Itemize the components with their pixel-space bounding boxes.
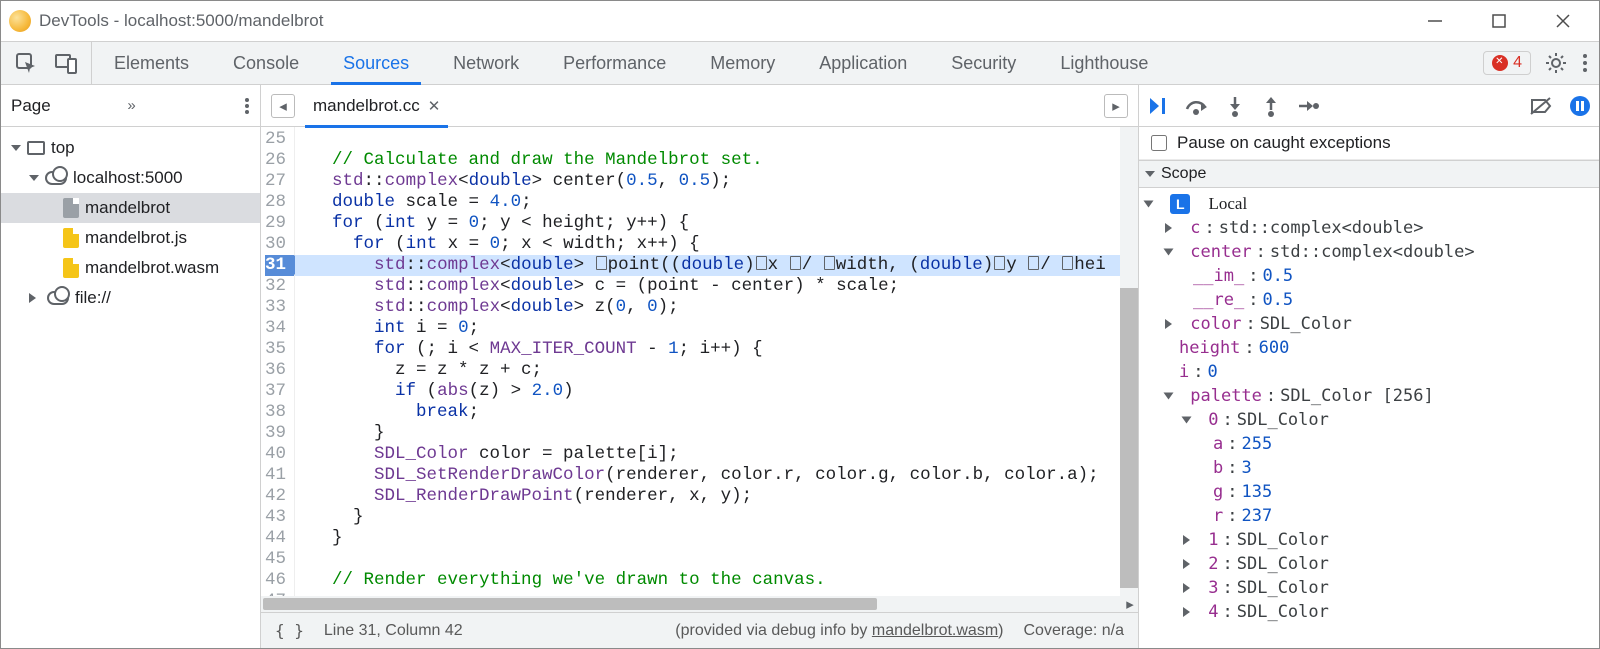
var-palette-0-b[interactable]: b: 3 (1139, 456, 1599, 480)
debugger-panel: Pause on caught exceptions Scope L Local… (1139, 85, 1599, 648)
more-icon[interactable] (1581, 52, 1589, 74)
pause-checkbox[interactable] (1151, 135, 1167, 151)
tab-lighthouse[interactable]: Lighthouse (1038, 42, 1170, 84)
deactivate-breakpoints-button[interactable] (1529, 95, 1553, 117)
var-center[interactable]: center: std::complex<double> (1139, 240, 1599, 264)
var-palette[interactable]: palette: SDL_Color [256] (1139, 384, 1599, 408)
resume-button[interactable] (1147, 95, 1169, 117)
close-button[interactable] (1545, 3, 1581, 39)
overflow-icon[interactable]: » (127, 97, 135, 114)
debug-info-link[interactable]: mandelbrot.wasm (872, 622, 998, 639)
tab-console[interactable]: Console (211, 42, 321, 84)
maximize-button[interactable] (1481, 3, 1517, 39)
cursor-position: Line 31, Column 42 (324, 622, 463, 640)
tab-elements[interactable]: Elements (92, 42, 211, 84)
cloud-icon (47, 291, 69, 305)
file-icon (63, 198, 79, 218)
editor-statusbar: { } Line 31, Column 42 (provided via deb… (261, 612, 1138, 648)
page-navigator: Page » top localhost:5000 mandelbrot man… (1, 85, 261, 648)
vertical-scrollbar[interactable] (1120, 127, 1138, 596)
horizontal-scrollbar[interactable]: ◂▸ (261, 596, 1138, 612)
code-content[interactable]: // Calculate and draw the Mandelbrot set… (295, 127, 1120, 596)
var-palette-0-r[interactable]: r: 237 (1139, 504, 1599, 528)
tree-file-mandelbrot-js[interactable]: mandelbrot.js (1, 223, 260, 253)
settings-icon[interactable] (1545, 52, 1567, 74)
var-palette-4[interactable]: 4: SDL_Color (1139, 600, 1599, 624)
var-i[interactable]: i: 0 (1139, 360, 1599, 384)
close-tab-icon[interactable]: ✕ (428, 97, 441, 115)
devtools-tabbar: ElementsConsoleSourcesNetworkPerformance… (1, 41, 1599, 85)
editor-tab[interactable]: mandelbrot.cc✕ (305, 85, 448, 127)
line-gutter[interactable]: 2526272829303132333435363738394041424344… (261, 127, 295, 596)
var-palette-0-a[interactable]: a: 255 (1139, 432, 1599, 456)
var-palette-3[interactable]: 3: SDL_Color (1139, 576, 1599, 600)
tree-host[interactable]: localhost:5000 (1, 163, 260, 193)
minimize-button[interactable] (1417, 3, 1453, 39)
step-button[interactable] (1297, 95, 1319, 117)
frame-icon (27, 141, 45, 155)
var-height[interactable]: height: 600 (1139, 336, 1599, 360)
nav-fwd-icon[interactable]: ▸ (1104, 94, 1128, 118)
scope-variables: L Local c: std::complex<double> center: … (1139, 188, 1599, 648)
var-palette-0-g[interactable]: g: 135 (1139, 480, 1599, 504)
error-icon (1492, 55, 1508, 71)
tree-file-mandelbrot[interactable]: mandelbrot (1, 193, 260, 223)
error-badge[interactable]: 4 (1483, 51, 1531, 75)
pause-exceptions-button[interactable] (1569, 95, 1591, 117)
var-center-re[interactable]: __re_: 0.5 (1139, 288, 1599, 312)
panel-more-icon[interactable] (244, 96, 250, 116)
tab-security[interactable]: Security (929, 42, 1038, 84)
step-into-button[interactable] (1225, 95, 1245, 117)
window-title: DevTools - localhost:5000/mandelbrot (39, 11, 1409, 31)
tree-file-mandelbrot-wasm[interactable]: mandelbrot.wasm (1, 253, 260, 283)
nav-back-icon[interactable]: ◂ (271, 94, 295, 118)
var-center-im[interactable]: __im_: 0.5 (1139, 264, 1599, 288)
local-badge-icon: L (1170, 194, 1190, 214)
pause-on-exceptions-toggle[interactable]: Pause on caught exceptions (1139, 127, 1599, 160)
window-titlebar: DevTools - localhost:5000/mandelbrot (1, 1, 1599, 41)
tab-sources[interactable]: Sources (321, 42, 431, 84)
var-palette-1[interactable]: 1: SDL_Color (1139, 528, 1599, 552)
tab-memory[interactable]: Memory (688, 42, 797, 84)
tab-network[interactable]: Network (431, 42, 541, 84)
debug-info-source: (provided via debug info by mandelbrot.w… (675, 622, 1003, 640)
step-out-button[interactable] (1261, 95, 1281, 117)
tab-application[interactable]: Application (797, 42, 929, 84)
page-panel-label: Page (11, 96, 119, 116)
step-over-button[interactable] (1185, 95, 1209, 117)
var-palette-2[interactable]: 2: SDL_Color (1139, 552, 1599, 576)
pretty-print-icon[interactable]: { } (275, 621, 304, 640)
coverage-status: Coverage: n/a (1023, 622, 1124, 640)
inspect-icon[interactable] (15, 52, 37, 74)
tree-top[interactable]: top (1, 133, 260, 163)
file-icon (63, 258, 79, 278)
var-color[interactable]: color: SDL_Color (1139, 312, 1599, 336)
devtools-icon (9, 10, 31, 32)
source-editor: ◂ mandelbrot.cc✕ ▸ 252627282930313233343… (261, 85, 1139, 648)
scope-section-header[interactable]: Scope (1139, 160, 1599, 188)
file-icon (63, 228, 79, 248)
device-toggle-icon[interactable] (55, 52, 77, 74)
var-palette-0[interactable]: 0: SDL_Color (1139, 408, 1599, 432)
tab-performance[interactable]: Performance (541, 42, 688, 84)
cloud-icon (45, 171, 67, 185)
var-c[interactable]: c: std::complex<double> (1139, 216, 1599, 240)
tree-file-scheme[interactable]: file:// (1, 283, 260, 313)
scope-local[interactable]: L Local (1139, 192, 1599, 216)
